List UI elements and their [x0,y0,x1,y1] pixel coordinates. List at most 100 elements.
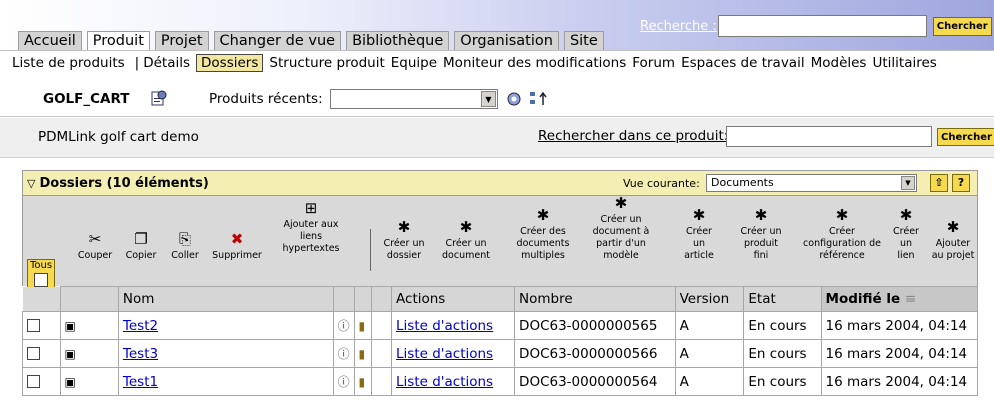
table-row: ▣ Test2 ⓘ ▮ Liste d'actions DOC63-000000… [22,311,979,340]
subnav-modeles[interactable]: Modèles [811,55,867,71]
tab-projet[interactable]: Projet [154,31,209,50]
search-label[interactable]: Recherche : [640,19,717,34]
header-blank [22,286,61,312]
subnav-forum[interactable]: Forum [632,55,675,71]
create-article-button[interactable]: ✱ Créer un article [679,207,719,262]
document-type-icon[interactable]: ▣ [59,367,119,396]
action-list-link[interactable]: Liste d'actions [396,374,493,390]
info-icon[interactable]: ⓘ [332,339,355,368]
info-icon[interactable]: ⓘ [332,367,355,396]
document-link[interactable]: Test1 [123,374,158,390]
header-version[interactable]: Version [674,286,745,312]
header-etat[interactable]: Etat [743,286,822,312]
recent-products-label: Produits récents: [209,91,323,107]
add-hyperlinks-button[interactable]: ⊞ Ajouter aux liens hypertextes [275,200,347,255]
search-button[interactable]: Chercher [932,16,992,36]
tab-organisation[interactable]: Organisation [454,31,559,50]
subnav-espaces-de-travail[interactable]: Espaces de travail [681,55,805,71]
create-document-button[interactable]: ✱ Créer un document [439,219,493,262]
pencil-icon[interactable]: ▮ [353,339,373,368]
chevron-down-icon[interactable]: ▼ [481,91,496,107]
row-version: A [674,311,745,340]
header-nombre[interactable]: Nombre [514,286,676,312]
document-link[interactable]: Test2 [123,318,158,334]
subnav-details[interactable]: Détails [143,55,190,71]
chevron-down-icon[interactable]: ▼ [901,176,915,190]
add-to-project-button[interactable]: ✱ Ajouter au projet [929,219,977,262]
collapse-triangle-icon[interactable]: ▽ [27,177,35,190]
row-checkbox[interactable] [27,347,40,360]
folders-panel-header: ▽ Dossiers (10 éléments) Vue courante: Do… [22,170,978,196]
create-from-template-button[interactable]: ✱ Créer un document à partir d'un modèle [591,195,651,262]
recent-products-select[interactable]: ▼ [330,89,498,109]
create-multiple-documents-button[interactable]: ✱ Créer des documents multiples [515,207,571,262]
current-view-label: Vue courante: [623,177,700,190]
document-type-icon[interactable]: ▣ [59,339,119,368]
row-checkbox[interactable] [27,375,40,388]
structure-up-icon[interactable] [529,90,549,112]
action-list-link[interactable]: Liste d'actions [396,346,493,362]
row-modified: 16 mars 2004, 04:14 [820,339,979,368]
new-documents-icon: ✱ [536,206,550,224]
global-search: Recherche : Chercher [640,15,992,37]
table-header-row: Nom Actions Nombre Version Etat Modifié … [22,286,979,312]
select-all-checkbox[interactable] [34,273,48,287]
tab-accueil[interactable]: Accueil [18,31,82,50]
subnav-structure-produit[interactable]: Structure produit [269,55,384,71]
copy-icon: ❐ [134,230,148,248]
current-view-select[interactable]: Documents ▼ [706,174,917,192]
search-settings-icon[interactable] [505,90,523,112]
action-list-link[interactable]: Liste d'actions [396,318,493,334]
row-checkbox[interactable] [27,319,40,332]
product-search-label[interactable]: Rechercher dans ce produit: [538,128,728,144]
subnav-dossiers[interactable]: Dossiers [196,54,264,72]
copy-button[interactable]: ❐ Copier [121,231,161,262]
header-nom[interactable]: Nom [117,286,334,312]
paste-button[interactable]: ⎘ Coller [166,231,204,262]
pencil-icon[interactable]: ▮ [353,367,373,396]
row-spacer [371,339,393,368]
tab-produit[interactable]: Produit [86,31,150,51]
header-modifie-le[interactable]: Modifié le ≡ [820,286,979,312]
product-search-button[interactable]: Chercher [937,128,994,146]
row-modified: 16 mars 2004, 04:14 [820,311,979,340]
row-actions: Liste d'actions [391,367,516,396]
sort-icon[interactable]: ≡ [905,291,916,307]
document-type-icon[interactable]: ▣ [59,311,119,340]
delete-button[interactable]: ✖ Supprimer [207,231,267,262]
tab-site[interactable]: Site [563,31,604,50]
product-info-icon[interactable] [150,89,168,111]
new-link-icon: ✱ [899,206,913,224]
help-button[interactable]: ? [952,174,970,192]
document-link[interactable]: Test3 [123,346,158,362]
subnav-liste-de-produits[interactable]: Liste de produits [12,55,125,71]
info-icon[interactable]: ⓘ [332,311,355,340]
row-spacer [371,311,393,340]
product-subnav: Liste de produits | Détails Dossiers Str… [0,50,994,75]
folder-up-icon[interactable]: ⇧ [930,174,948,192]
top-banner: Accueil Produit Projet Changer de vue Bi… [0,0,994,51]
subnav-equipe[interactable]: Equipe [391,55,437,71]
row-number: DOC63-0000000566 [514,339,676,368]
create-baseline-button[interactable]: ✱ Créer configuration de référence [796,207,888,262]
product-search-input[interactable] [726,126,932,147]
pencil-icon[interactable]: ▮ [353,311,373,340]
panel-title[interactable]: ▽ Dossiers (10 éléments) [27,176,209,191]
search-input[interactable] [717,15,927,37]
toolbar-separator [370,229,371,271]
header-actions[interactable]: Actions [391,286,516,312]
new-baseline-icon: ✱ [835,206,849,224]
create-end-item-button[interactable]: ✱ Créer un produit fini [735,207,787,262]
row-modified: 16 mars 2004, 04:14 [820,367,979,396]
tab-changer-de-vue[interactable]: Changer de vue [213,31,342,50]
folders-table: Nom Actions Nombre Version Etat Modifié … [22,286,979,396]
tab-bibliotheque[interactable]: Bibliothèque [346,31,450,50]
product-context-bar: GOLF_CART Produits récents: ▼ [0,77,994,117]
subnav-moniteur-modifications[interactable]: Moniteur des modifications [443,55,626,71]
create-folder-button[interactable]: ✱ Créer un dossier [382,219,426,262]
cut-button[interactable]: ✂ Couper [77,231,113,262]
header-info [332,286,355,312]
subnav-utilitaires[interactable]: Utilitaires [872,55,936,71]
create-link-button[interactable]: ✱ Créer un lien [891,207,921,262]
table-row: ▣ Test3 ⓘ ▮ Liste d'actions DOC63-000000… [22,339,979,368]
